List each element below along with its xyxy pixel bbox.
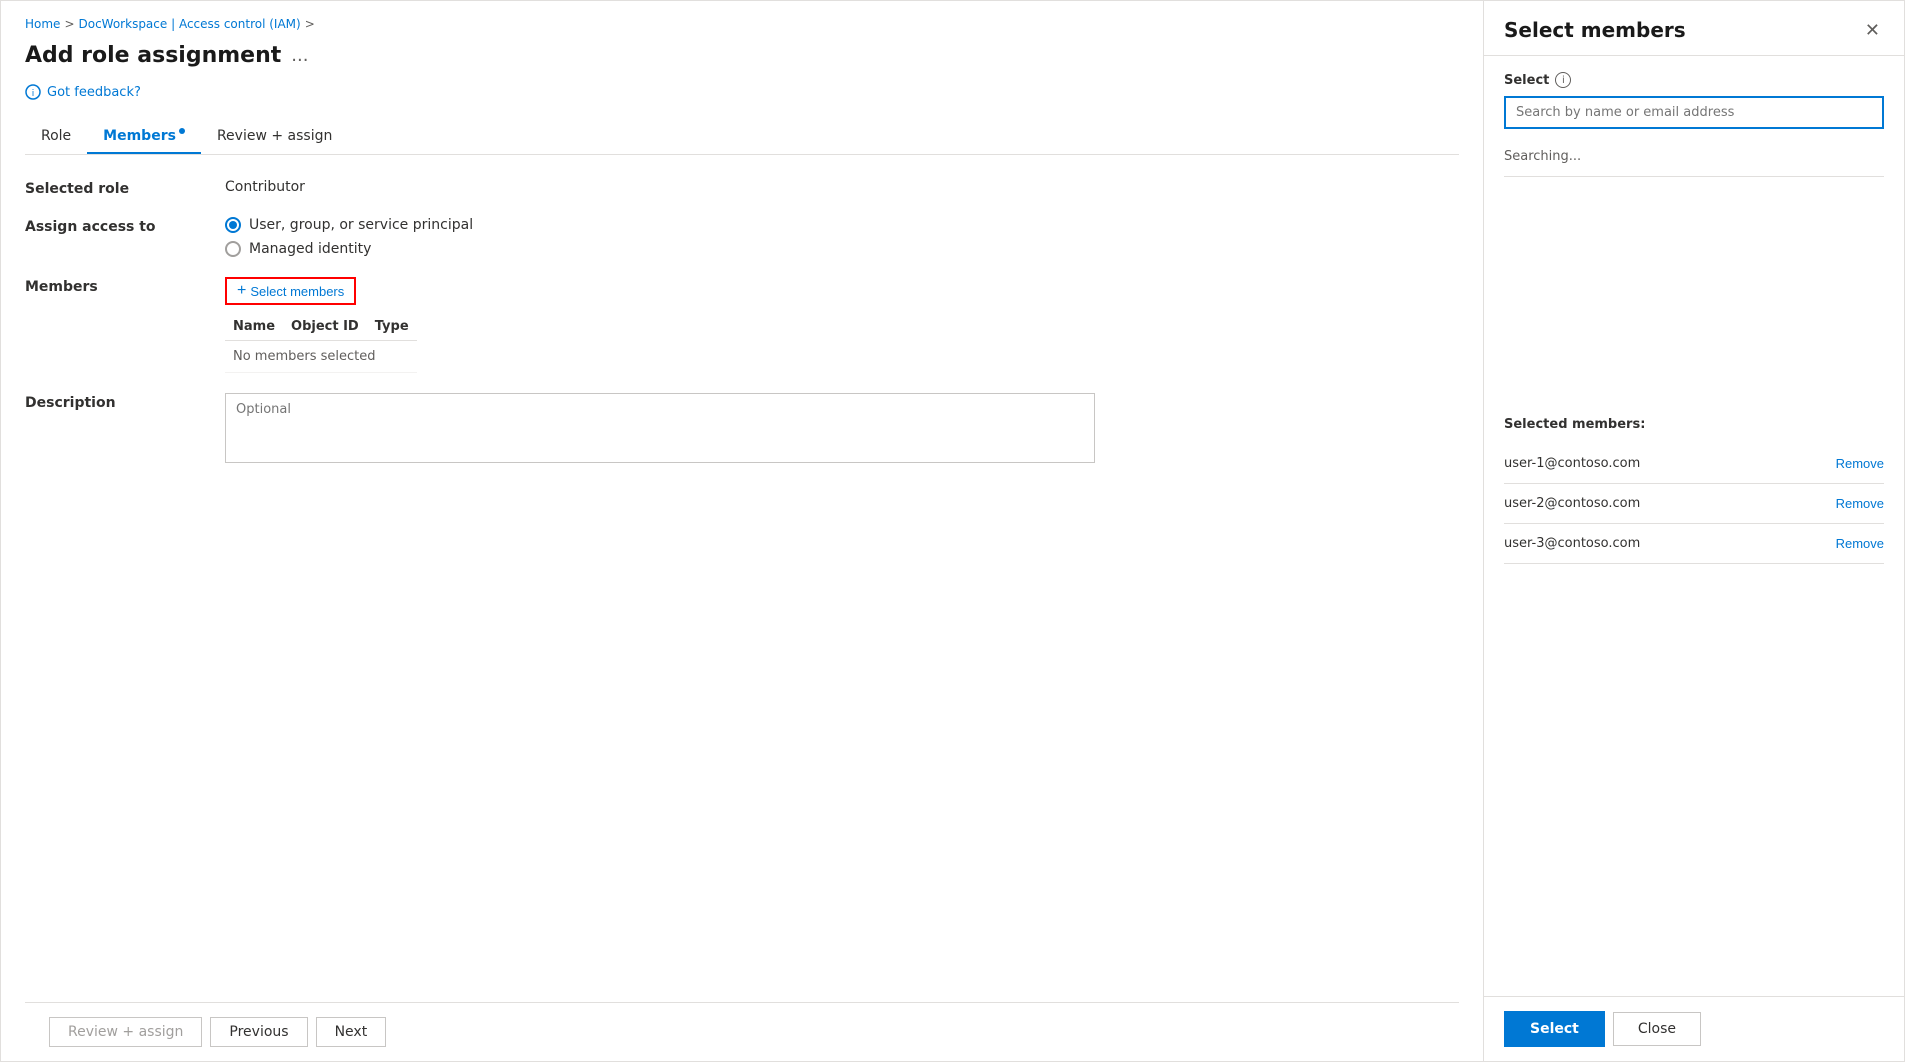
member-item: user-2@contoso.com Remove — [1504, 484, 1884, 524]
svg-text:i: i — [32, 89, 35, 99]
feedback-label: Got feedback? — [47, 85, 141, 100]
right-panel: Select members ✕ Select i Searching... S… — [1484, 1, 1904, 1061]
member-item: user-1@contoso.com Remove — [1504, 444, 1884, 484]
radio-user-circle — [225, 217, 241, 233]
searching-text: Searching... — [1504, 145, 1884, 177]
member-email-1: user-1@contoso.com — [1504, 456, 1640, 471]
description-textarea[interactable] — [225, 393, 1095, 463]
right-panel-close-button[interactable]: Close — [1613, 1012, 1701, 1046]
page-title-row: Add role assignment ... — [25, 43, 1459, 68]
breadcrumb-sep2: > — [305, 17, 315, 31]
select-members-button[interactable]: + Select members — [225, 277, 356, 305]
right-panel-title: Select members — [1504, 18, 1686, 42]
description-row: Description — [25, 393, 1459, 463]
right-panel-footer: Select Close — [1484, 996, 1904, 1061]
assign-access-row: Assign access to User, group, or service… — [25, 217, 1459, 257]
member-email-2: user-2@contoso.com — [1504, 496, 1640, 511]
col-type: Type — [367, 313, 417, 341]
radio-user-group[interactable]: User, group, or service principal — [225, 217, 473, 233]
right-panel-header: Select members ✕ — [1484, 1, 1904, 56]
member-email-3: user-3@contoso.com — [1504, 536, 1640, 551]
breadcrumb-sep1: > — [64, 17, 74, 31]
table-row: No members selected — [225, 341, 417, 373]
radio-managed-identity[interactable]: Managed identity — [225, 241, 473, 257]
remove-button-1[interactable]: Remove — [1836, 456, 1884, 471]
selected-role-row: Selected role Contributor — [25, 179, 1459, 197]
tab-members[interactable]: Members — [87, 120, 201, 154]
feedback-icon: i — [25, 84, 41, 100]
bottom-bar: Review + assign Previous Next — [25, 1002, 1459, 1061]
selected-members-section: Selected members: user-1@contoso.com Rem… — [1504, 417, 1884, 564]
info-icon: i — [1555, 72, 1571, 88]
breadcrumb-workspace[interactable]: DocWorkspace | Access control (IAM) — [79, 17, 301, 31]
review-assign-button[interactable]: Review + assign — [49, 1017, 202, 1047]
remove-button-3[interactable]: Remove — [1836, 536, 1884, 551]
radio-user-label: User, group, or service principal — [249, 217, 473, 233]
page-options-icon[interactable]: ... — [291, 45, 308, 66]
no-members-text: No members selected — [225, 341, 417, 373]
col-object-id: Object ID — [283, 313, 367, 341]
selected-members-label: Selected members: — [1504, 417, 1884, 432]
remove-button-2[interactable]: Remove — [1836, 496, 1884, 511]
members-label: Members — [25, 277, 185, 295]
search-input[interactable] — [1506, 98, 1882, 127]
radio-managed-label: Managed identity — [249, 241, 371, 257]
members-table: Name Object ID Type No members selected — [225, 313, 417, 373]
previous-button[interactable]: Previous — [210, 1017, 307, 1047]
plus-icon: + — [237, 283, 246, 299]
close-button[interactable]: ✕ — [1861, 17, 1884, 43]
tabs: Role Members Review + assign — [25, 120, 1459, 155]
tab-review-assign[interactable]: Review + assign — [201, 120, 348, 154]
members-dot — [179, 128, 185, 134]
selected-role-value: Contributor — [225, 179, 305, 195]
right-panel-select-button[interactable]: Select — [1504, 1011, 1605, 1047]
members-content: + Select members Name Object ID Type — [225, 277, 417, 373]
select-label-row: Select i — [1504, 72, 1884, 88]
selected-role-label: Selected role — [25, 179, 185, 197]
breadcrumb-home[interactable]: Home — [25, 17, 60, 31]
select-label: Select — [1504, 73, 1549, 88]
assign-access-label: Assign access to — [25, 217, 185, 235]
page-title: Add role assignment — [25, 43, 281, 68]
tab-role[interactable]: Role — [25, 120, 87, 154]
next-button[interactable]: Next — [316, 1017, 387, 1047]
member-item: user-3@contoso.com Remove — [1504, 524, 1884, 564]
assign-access-radio-group: User, group, or service principal Manage… — [225, 217, 473, 257]
col-name: Name — [225, 313, 283, 341]
description-label: Description — [25, 393, 185, 411]
form-section: Selected role Contributor Assign access … — [25, 179, 1459, 1002]
members-row: Members + Select members Name Object ID … — [25, 277, 1459, 373]
search-input-wrapper — [1504, 96, 1884, 129]
right-panel-body: Select i Searching... Selected members: … — [1484, 56, 1904, 996]
radio-managed-circle — [225, 241, 241, 257]
breadcrumb: Home > DocWorkspace | Access control (IA… — [25, 17, 1459, 31]
feedback-row[interactable]: i Got feedback? — [25, 84, 1459, 100]
